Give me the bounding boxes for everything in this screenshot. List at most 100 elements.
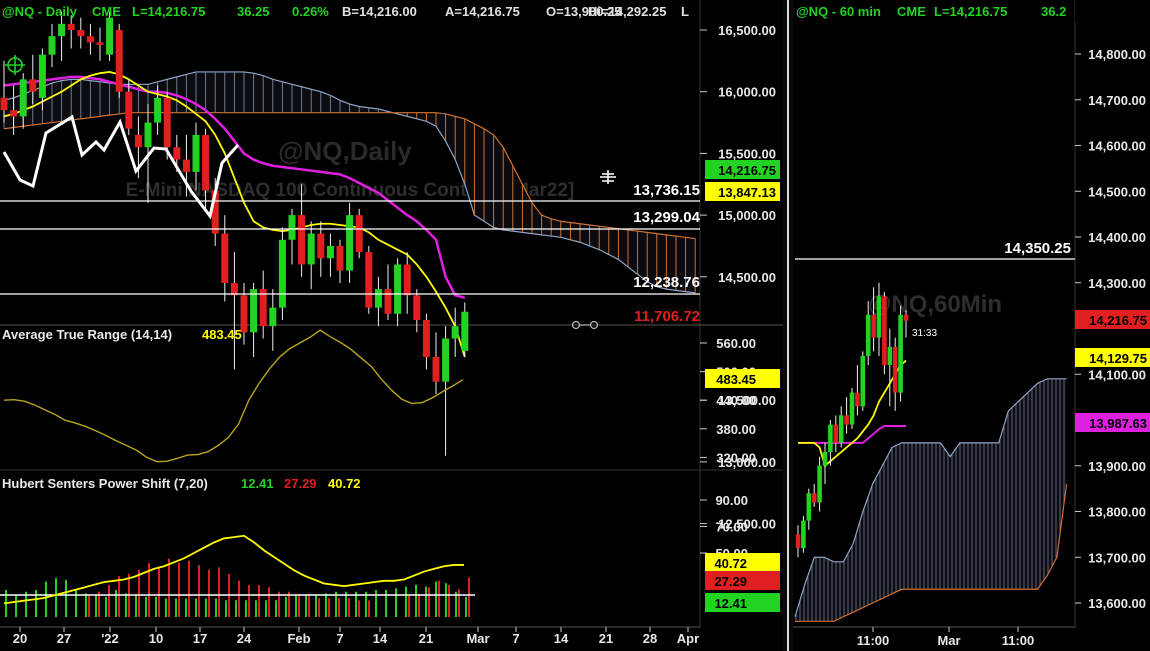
candle-body bbox=[822, 452, 828, 466]
hourly-marker-label: 14,216.75 bbox=[1089, 313, 1147, 328]
candle-body bbox=[838, 415, 844, 443]
candle-body bbox=[461, 311, 469, 351]
time-tick-label: Apr bbox=[677, 631, 699, 646]
candle-body bbox=[336, 245, 344, 271]
price-marker-label: 14,216.75 bbox=[718, 163, 776, 178]
candle-body bbox=[801, 520, 806, 549]
candle-body bbox=[29, 79, 37, 92]
time-tick-label: Feb bbox=[287, 631, 310, 646]
hourly-tick-label: 14,600.00 bbox=[1088, 139, 1146, 154]
candle-body bbox=[442, 338, 450, 382]
time-tick-label: 24 bbox=[237, 631, 252, 646]
candle-body bbox=[298, 215, 306, 265]
time-tick-label: 21 bbox=[419, 631, 433, 646]
candle-body bbox=[19, 79, 27, 117]
candle-body bbox=[48, 36, 56, 55]
candle-body bbox=[403, 264, 411, 296]
candle-body bbox=[67, 23, 75, 30]
candle-body bbox=[828, 424, 833, 453]
candle-body bbox=[413, 295, 421, 320]
hourly-chart-window[interactable]: @NQ,60Min 14,350.25 31:33 @NQ - 60 min C… bbox=[793, 0, 1150, 651]
candle-body bbox=[326, 245, 334, 259]
candle-body bbox=[154, 97, 162, 123]
hubert-marker-label: 27.29 bbox=[714, 574, 747, 589]
time-tick-label: 20 bbox=[13, 631, 27, 646]
hubert-marker-label: 12.41 bbox=[714, 596, 747, 611]
time-tick-label: 14 bbox=[373, 631, 388, 646]
candle-body bbox=[882, 296, 887, 366]
price-tick-label: 16,500.00 bbox=[718, 23, 776, 38]
hourly-level-label: 14,350.25 bbox=[1004, 240, 1071, 257]
candle-body bbox=[384, 289, 392, 314]
hubert-marker-label: 40.72 bbox=[714, 556, 747, 571]
candle-body bbox=[432, 357, 440, 382]
candle-body bbox=[106, 17, 114, 55]
hourly-tick-label: 14,400.00 bbox=[1088, 230, 1146, 245]
bar-timer: 31:33 bbox=[912, 328, 937, 339]
atr-title: Average True Range (14,14) 483.45 bbox=[2, 327, 242, 342]
atr-tick-label: 440.00 bbox=[716, 393, 756, 408]
hourly-tick-label: 13,600.00 bbox=[1088, 596, 1146, 611]
candle-body bbox=[288, 215, 296, 240]
hourly-tick-label: 14,800.00 bbox=[1088, 47, 1146, 62]
candle-body bbox=[77, 30, 85, 37]
candle-body bbox=[134, 134, 142, 148]
candle-body bbox=[182, 159, 190, 172]
time-tick-label: 10 bbox=[149, 631, 163, 646]
price-marker-label: 13,847.13 bbox=[718, 185, 776, 200]
candle-body bbox=[125, 91, 133, 129]
hourly-time-label: 11:00 bbox=[1002, 633, 1035, 648]
candle-body bbox=[221, 233, 229, 283]
atr-marker-label: 483.45 bbox=[716, 372, 756, 387]
candle-body bbox=[259, 289, 267, 327]
candle-body bbox=[96, 42, 104, 45]
daily-header: @NQ - Daily CME L=14,216.75 36.25 0.26% … bbox=[2, 4, 689, 19]
hourly-time-label: 11:00 bbox=[857, 633, 890, 648]
candle-body bbox=[250, 289, 258, 333]
atr-tick-label: 380.00 bbox=[716, 422, 756, 437]
candle-body bbox=[817, 465, 822, 503]
candle-body bbox=[144, 122, 152, 148]
hourly-tick-label: 14,500.00 bbox=[1088, 184, 1146, 199]
hubert-title: Hubert Senters Power Shift (7,20) 12.41 … bbox=[2, 476, 361, 491]
chart-workspace: @NQ,Daily E-Mini NASDAQ 100 Continuous C… bbox=[0, 0, 1150, 651]
candle-body bbox=[355, 215, 363, 253]
candle-body bbox=[903, 314, 909, 321]
time-tick-label: 14 bbox=[554, 631, 569, 646]
candle-body bbox=[10, 110, 18, 117]
candle-body bbox=[422, 319, 430, 358]
candle-body bbox=[346, 215, 354, 271]
level-label-2: 13,299.04 bbox=[633, 209, 700, 226]
candle-body bbox=[58, 23, 66, 37]
candle-body bbox=[806, 493, 812, 521]
hourly-tick-label: 13,800.00 bbox=[1088, 505, 1146, 520]
candle-body bbox=[876, 296, 882, 338]
atr-tick-label: 320.00 bbox=[716, 450, 756, 465]
candle-body bbox=[849, 392, 855, 425]
time-tick-label: 7 bbox=[336, 631, 343, 646]
hourly-tick-label: 14,700.00 bbox=[1088, 93, 1146, 108]
hourly-time-label: Mar bbox=[937, 633, 960, 648]
price-tick-label: 15,500.00 bbox=[718, 146, 776, 161]
candle-body bbox=[811, 493, 817, 503]
hourly-marker-label: 14,129.75 bbox=[1089, 351, 1147, 366]
time-tick-label: 27 bbox=[57, 631, 71, 646]
candle-body bbox=[855, 392, 860, 407]
candle-body bbox=[269, 307, 277, 327]
hubert-tick-label: 70.00 bbox=[715, 520, 748, 535]
candle-body bbox=[795, 534, 801, 549]
time-tick-label: '22 bbox=[101, 631, 119, 646]
candle-body bbox=[833, 424, 839, 443]
candle-body bbox=[374, 289, 382, 308]
time-tick-label: 28 bbox=[643, 631, 657, 646]
symbol-watermark: @NQ,Daily bbox=[278, 136, 412, 166]
candle-body bbox=[202, 134, 210, 191]
candle-body bbox=[865, 314, 871, 356]
hourly-marker-label: 13,987.63 bbox=[1089, 416, 1147, 431]
price-tick-label: 16,000.00 bbox=[718, 85, 776, 100]
candle-body bbox=[163, 97, 171, 148]
candle-body bbox=[173, 147, 181, 160]
candle-body bbox=[892, 346, 898, 393]
daily-chart-window[interactable]: @NQ,Daily E-Mini NASDAQ 100 Continuous C… bbox=[0, 0, 783, 651]
hourly-watermark: @NQ,60Min bbox=[868, 291, 1002, 318]
